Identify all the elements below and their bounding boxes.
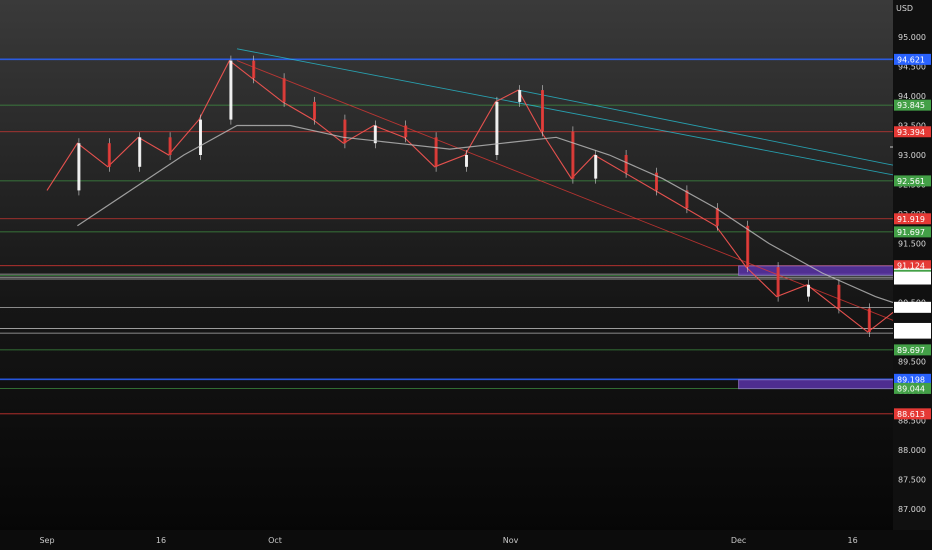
- candle-body-23: [715, 208, 719, 226]
- candle-body-26: [807, 284, 810, 297]
- y-tick-label-16: 87.000: [898, 505, 926, 514]
- y-tick-label-11: 89.500: [898, 358, 926, 367]
- price-badge-13: 89.981: [897, 329, 925, 338]
- x-tick-label-1: 16: [156, 536, 166, 545]
- price-badge-2: 93.394: [897, 128, 925, 137]
- candle-body-17: [541, 90, 544, 132]
- candle-body-10: [343, 119, 347, 144]
- candle-body-27: [837, 284, 841, 309]
- candle-body-15: [495, 101, 499, 155]
- candle-body-18: [571, 131, 575, 179]
- price-badge-1: 93.845: [897, 101, 925, 110]
- candle-body-28: [867, 308, 871, 332]
- candle-body-25: [776, 267, 780, 297]
- x-tick-label-3: Nov: [503, 536, 519, 545]
- price-badge-3: 92.561: [897, 177, 925, 186]
- y-tick-label-7: 91.500: [898, 240, 926, 249]
- price-badge-10: 90.898: [897, 275, 925, 284]
- y-tick-label-0: 95.000: [898, 33, 926, 42]
- price-badge-5: 91.697: [897, 228, 925, 237]
- price-chart[interactable]: Target Zone -0.618(93.136)-0.272(92.293)…: [0, 0, 932, 550]
- time-axis-panel: [0, 530, 932, 550]
- currency-label: USD: [896, 4, 913, 13]
- y-tick-label-14: 88.000: [898, 446, 926, 455]
- candle-body-6: [229, 60, 233, 120]
- candle-body-1: [77, 143, 81, 191]
- price-badge-4: 91.919: [897, 215, 925, 224]
- candle-body-13: [434, 137, 438, 167]
- candle-body-12: [404, 125, 408, 138]
- x-tick-label-5: 16: [848, 536, 858, 545]
- candle-body-7: [252, 60, 256, 79]
- x-tick-label-4: Dec: [731, 536, 746, 545]
- candle-body-3: [138, 137, 142, 167]
- candle-body-8: [282, 78, 286, 102]
- candle-body-19: [594, 155, 598, 179]
- price-badge-17: 88.613: [897, 410, 925, 419]
- x-tick-label-0: Sep: [39, 536, 54, 545]
- candle-body-16: [518, 90, 522, 102]
- price-badge-14: 89.697: [897, 346, 925, 355]
- candle-body-20: [624, 155, 628, 173]
- candle-body-24: [746, 225, 750, 268]
- price-badge-0: 94.621: [897, 55, 925, 64]
- candle-body-9: [313, 101, 316, 120]
- y-tick-label-4: 93.000: [898, 151, 926, 160]
- candle-body-14: [465, 155, 468, 167]
- x-tick-label-2: Oct: [268, 536, 282, 545]
- candle-body-2: [107, 143, 111, 167]
- candle-body-5: [199, 119, 202, 155]
- price-badge-11: 90.418: [897, 303, 925, 312]
- price-badge-16: 89.044: [897, 384, 925, 393]
- y-tick-label-15: 87.500: [898, 476, 926, 485]
- candle-body-4: [168, 137, 172, 155]
